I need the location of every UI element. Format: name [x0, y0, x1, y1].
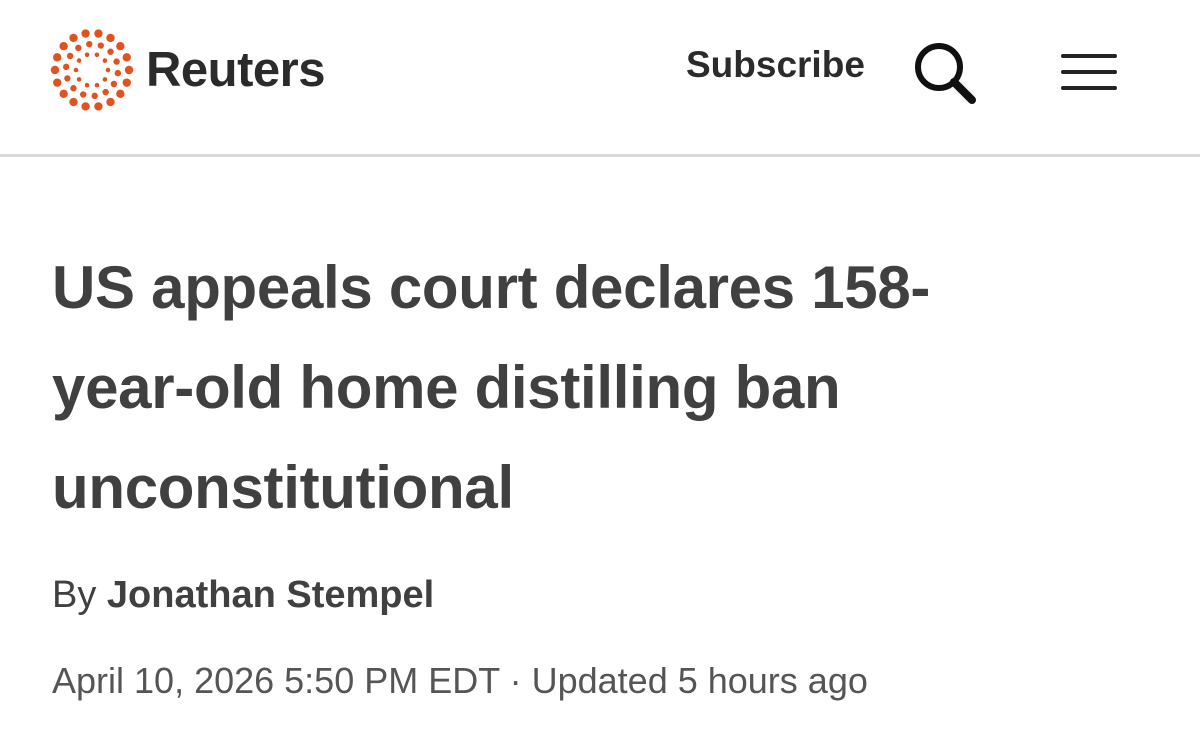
dateline: April 10, 2026 5:50 PM EDT · Updated 5 h…	[52, 660, 868, 702]
article-headline: US appeals court declares 158-year-old h…	[52, 254, 931, 521]
site-header: Reuters Subscribe	[0, 0, 1200, 157]
author-link[interactable]: Jonathan Stempel	[107, 574, 434, 616]
published-date: April 10, 2026 5:50 PM EDT	[52, 660, 500, 701]
search-icon	[915, 43, 976, 104]
brand-name: Reuters	[146, 43, 325, 97]
byline-prefix: By	[52, 574, 97, 616]
byline: By Jonathan Stempel	[52, 574, 434, 617]
subscribe-button[interactable]: Subscribe	[686, 44, 865, 86]
search-button[interactable]	[908, 36, 980, 108]
updated-time: Updated 5 hours ago	[531, 660, 868, 701]
date-separator: ·	[509, 660, 522, 701]
hamburger-menu-icon	[1061, 54, 1117, 90]
reuters-logo[interactable]: Reuters	[50, 28, 325, 112]
menu-button[interactable]	[1058, 48, 1122, 96]
reuters-logo-icon	[50, 29, 134, 111]
